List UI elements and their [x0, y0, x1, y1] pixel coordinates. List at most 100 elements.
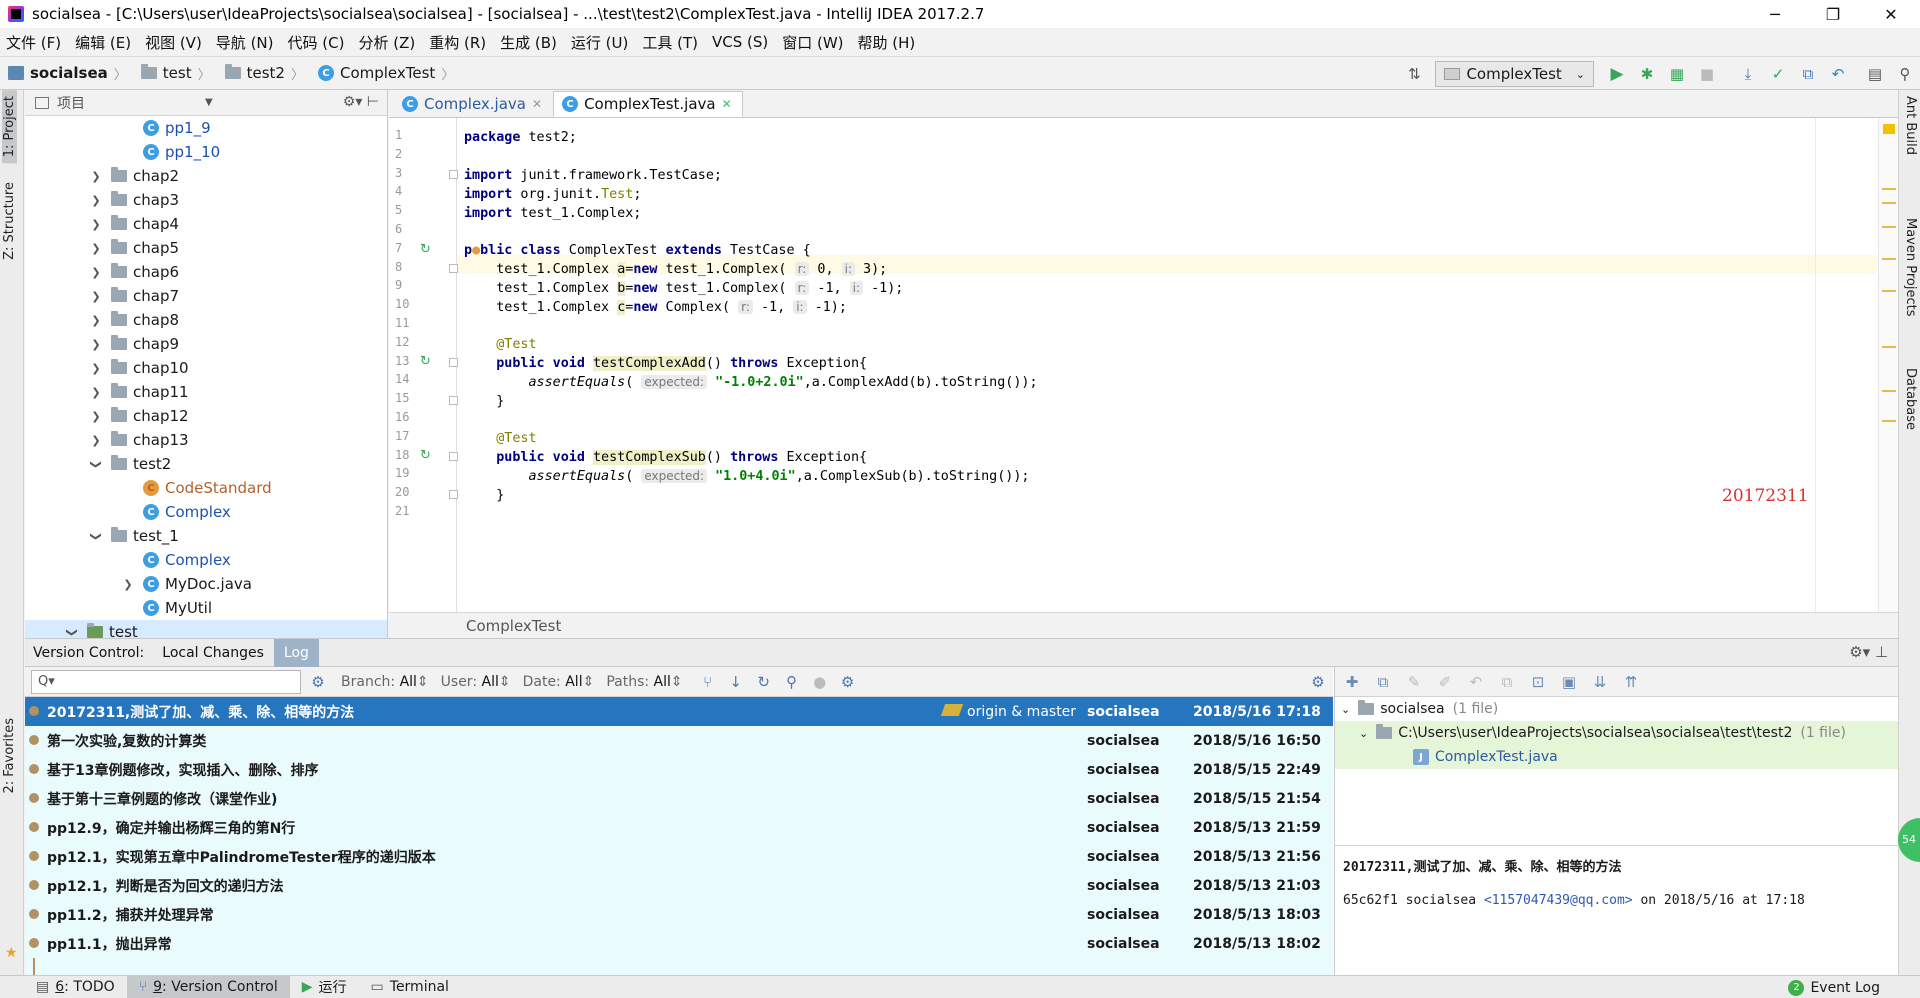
marker[interactable]	[1882, 290, 1896, 292]
tool-tab-favorites[interactable]: 2: Favorites	[2, 712, 17, 800]
commit-row[interactable]: 第一次实验,复数的计算类 socialsea 2018/5/16 16:50	[25, 726, 1333, 755]
paths-filter[interactable]: Paths: All⇕	[606, 674, 682, 690]
tool-tab-database[interactable]: Database	[1903, 368, 1918, 430]
chevron-right-icon[interactable]: ❯	[89, 386, 103, 399]
find-icon[interactable]: ⚲	[781, 671, 803, 693]
commit-row[interactable]: 20172311,测试了加、减、乘、除、相等的方法 origin & master…	[25, 697, 1333, 726]
run-configuration-select[interactable]: ComplexTest ⌄	[1435, 61, 1594, 87]
tool-tab-maven[interactable]: Maven Projects	[1903, 218, 1918, 317]
tree-item[interactable]: ❯ chap10	[25, 356, 387, 380]
fold-icon[interactable]	[449, 490, 458, 499]
breadcrumb-complextest[interactable]: C ComplexTest 〉	[317, 64, 462, 83]
chevron-right-icon[interactable]: ❯	[89, 170, 103, 183]
changed-file-node[interactable]: J ComplexTest.java	[1335, 745, 1898, 769]
run-icon[interactable]: ▶	[1605, 62, 1629, 86]
revert-icon[interactable]: ↶	[1465, 671, 1487, 693]
menu-navigate[interactable]: 导航 (N)	[216, 32, 274, 53]
collapse-icon[interactable]: ✚	[1341, 671, 1363, 693]
vcs-update-icon[interactable]: ⤓	[1736, 62, 1760, 86]
tree-item[interactable]: ❯ chap3	[25, 188, 387, 212]
tree-item[interactable]: ❯ chap5	[25, 236, 387, 260]
tree-item[interactable]: ❯ chap13	[25, 428, 387, 452]
menu-edit[interactable]: 编辑 (E)	[75, 32, 131, 53]
menu-build[interactable]: 生成 (B)	[500, 32, 557, 53]
breadcrumb-test[interactable]: test 〉	[140, 64, 219, 83]
chevron-right-icon[interactable]: ❯	[89, 218, 103, 231]
chevron-right-icon[interactable]: ❯	[89, 194, 103, 207]
restore-button[interactable]: ❐	[1804, 0, 1862, 28]
fold-icon[interactable]	[449, 452, 458, 461]
menu-code[interactable]: 代码 (C)	[288, 32, 345, 53]
tree-item[interactable]: ❯ chap9	[25, 332, 387, 356]
chevron-right-icon[interactable]: ❯	[89, 338, 103, 351]
terminal-tab[interactable]: ▭ Terminal	[359, 976, 461, 998]
close-window-button[interactable]: ✕	[1862, 0, 1920, 28]
warning-indicator-icon[interactable]	[1883, 124, 1895, 134]
tab-local-changes[interactable]: Local Changes	[152, 639, 274, 667]
fold-icon[interactable]	[449, 264, 458, 273]
collapse-all-icon[interactable]: ⇈	[1620, 671, 1642, 693]
menu-view[interactable]: 视图 (V)	[145, 32, 202, 53]
marker[interactable]	[1882, 258, 1896, 260]
chevron-down-icon[interactable]: ▼	[205, 97, 213, 108]
sort-icon[interactable]: ⇅	[1402, 62, 1426, 86]
user-filter[interactable]: User: All⇕	[441, 674, 511, 690]
commit-email[interactable]: <1157047439@qq.com>	[1484, 893, 1633, 908]
close-icon[interactable]: ✕	[722, 97, 732, 111]
panel-settings-icon[interactable]: ⚙▾ ⊥	[1849, 643, 1888, 661]
code-area[interactable]: ↻ ↻ ↻ 1 2 3 4 5 6 7 8 9 10 11 12 13 14 15 16 17 18 19 20 21 …	[389, 118, 1898, 612]
changed-path-node[interactable]: ⌄ C:\Users\user\IdeaProjects\socialsea\s…	[1335, 721, 1898, 745]
commit-row[interactable]: pp11.2，捕获并处理异常 socialsea 2018/5/13 18:03	[25, 900, 1333, 929]
tree-item[interactable]: ❯ test2	[25, 452, 387, 476]
chevron-down-icon[interactable]: ❯	[90, 529, 103, 543]
close-icon[interactable]: ✕	[532, 97, 542, 111]
marker[interactable]	[1882, 226, 1896, 228]
tree-item[interactable]: ❯ chap6	[25, 260, 387, 284]
commit-row[interactable]: pp12.1，判断是否为回文的递归方法 socialsea 2018/5/13 21…	[25, 871, 1333, 900]
project-panel-title[interactable]: 项目	[57, 93, 85, 113]
coverage-icon[interactable]: ▦	[1665, 62, 1689, 86]
changed-root-node[interactable]: ⌄ socialsea (1 file)	[1335, 697, 1898, 721]
commit-row[interactable]: 基于13章例题修改，实现插入、删除、排序 socialsea 2018/5/15 2…	[25, 755, 1333, 784]
graph-options-icon[interactable]: ⑂	[697, 671, 719, 693]
commit-row[interactable]: pp12.1，实现第五章中PalindromeTester程序的递归版本 soci…	[25, 842, 1333, 871]
run-tab[interactable]: ▶ 运行	[290, 976, 359, 998]
log-settings-icon[interactable]: ⚙	[307, 671, 329, 693]
log-search-input[interactable]: Q▾	[31, 669, 301, 694]
menu-window[interactable]: 窗口 (W)	[782, 32, 843, 53]
chevron-right-icon[interactable]: ❯	[89, 362, 103, 375]
chevron-right-icon[interactable]: ❯	[89, 242, 103, 255]
tool-tab-ant-build[interactable]: Ant Build	[1903, 96, 1918, 155]
show-diff-icon[interactable]: ⧉	[1372, 671, 1394, 693]
commit-row[interactable]: pp11.1，抛出异常 socialsea 2018/5/13 18:02	[25, 929, 1333, 958]
version-control-tab[interactable]: ⑂ 9: Version Control	[126, 975, 290, 998]
tree-item[interactable]: C Complex	[25, 548, 387, 572]
chevron-down-icon[interactable]: ❯	[90, 457, 103, 471]
editor-structure-breadcrumb[interactable]: ComplexTest	[389, 612, 1898, 638]
tree-item[interactable]: Cpp1_9	[25, 116, 387, 140]
tool-tab-project[interactable]: 1: Project	[2, 90, 17, 164]
marker[interactable]	[1882, 188, 1896, 190]
tree-item[interactable]: ❯ chap4	[25, 212, 387, 236]
tree-item[interactable]: ❯ test_1	[25, 524, 387, 548]
log-gear-icon[interactable]: ⚙	[1307, 671, 1329, 693]
commit-hash[interactable]: 65c62f1	[1343, 893, 1398, 908]
vcs-revert-icon[interactable]: ↶	[1826, 62, 1850, 86]
breadcrumb-project[interactable]: socialsea 〉	[8, 64, 135, 83]
tree-item[interactable]: ❯ chap12	[25, 404, 387, 428]
date-filter[interactable]: Date: All⇕	[523, 674, 595, 690]
preview-icon[interactable]: ⊡	[1527, 671, 1549, 693]
menu-tools[interactable]: 工具 (T)	[642, 32, 698, 53]
editor-tab-complextest[interactable]: C ComplexTest.java ✕	[553, 91, 743, 117]
tree-item[interactable]: ❯ chap11	[25, 380, 387, 404]
chevron-right-icon[interactable]: ❯	[89, 290, 103, 303]
tree-item[interactable]: ❯ chap8	[25, 308, 387, 332]
project-structure-icon[interactable]: ▤	[1863, 62, 1887, 86]
marker[interactable]	[1882, 346, 1896, 348]
vcs-compare-icon[interactable]: ⧉	[1796, 62, 1820, 86]
stop-icon[interactable]: ■	[1695, 62, 1719, 86]
refresh-icon[interactable]: ↻	[753, 671, 775, 693]
quick-settings-icon[interactable]: ⚙	[837, 671, 859, 693]
minimize-button[interactable]: ─	[1746, 0, 1804, 28]
tree-item[interactable]: Cpp1_10	[25, 140, 387, 164]
